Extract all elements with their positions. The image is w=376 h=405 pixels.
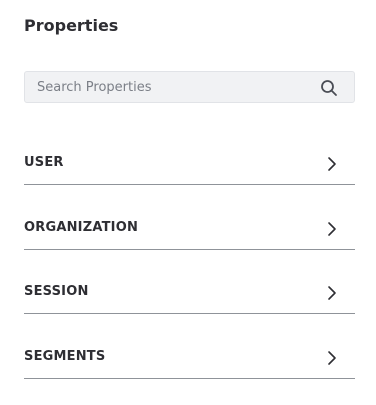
chevron-right-icon <box>328 222 336 236</box>
search-input[interactable] <box>37 72 307 102</box>
section-label: SEGMENTS <box>24 349 106 364</box>
properties-panel: Properties USER ORGANIZATION SESSION SEG… <box>0 0 376 405</box>
section-label: USER <box>24 155 64 170</box>
section-segments[interactable]: SEGMENTS <box>24 338 355 379</box>
section-user[interactable]: USER <box>24 144 355 185</box>
chevron-right-icon <box>328 157 336 171</box>
panel-title: Properties <box>24 16 119 35</box>
section-label: ORGANIZATION <box>24 220 139 235</box>
section-organization[interactable]: ORGANIZATION <box>24 209 355 250</box>
section-session[interactable]: SESSION <box>24 273 355 314</box>
section-label: SESSION <box>24 284 89 299</box>
search-icon[interactable] <box>320 79 338 97</box>
chevron-right-icon <box>328 351 336 365</box>
search-box[interactable] <box>24 71 355 103</box>
chevron-right-icon <box>328 286 336 300</box>
